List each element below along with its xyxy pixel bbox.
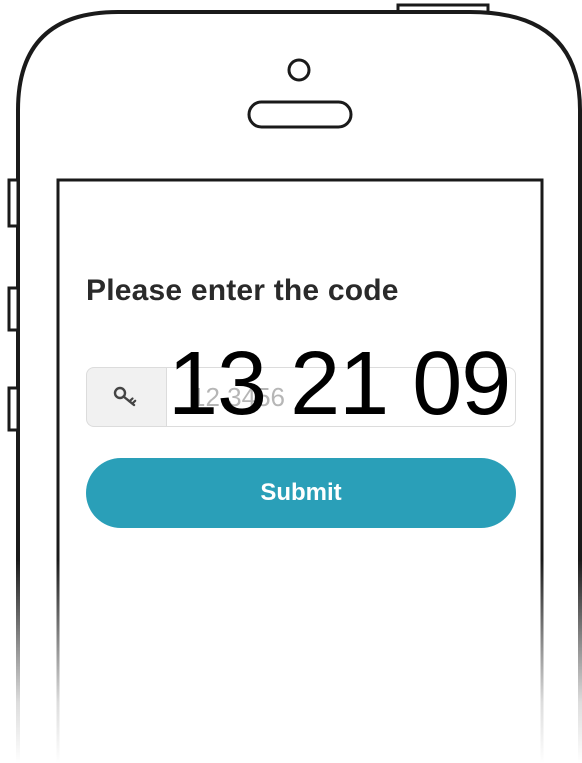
front-camera-icon	[287, 58, 311, 82]
submit-button[interactable]: Submit	[86, 458, 516, 528]
phone-screen: Please enter the code Submit	[58, 180, 542, 763]
phone-mockup: Please enter the code Submit 13 21 09	[0, 0, 582, 763]
code-input-addon	[86, 367, 166, 427]
speaker-grille-icon	[247, 100, 353, 129]
volume-down-button	[7, 386, 20, 432]
volume-up-button	[7, 286, 20, 332]
overlay-code-text: 13 21 09	[168, 334, 511, 434]
key-icon	[113, 386, 136, 407]
page-title: Please enter the code	[86, 274, 399, 307]
mute-switch	[7, 178, 20, 228]
